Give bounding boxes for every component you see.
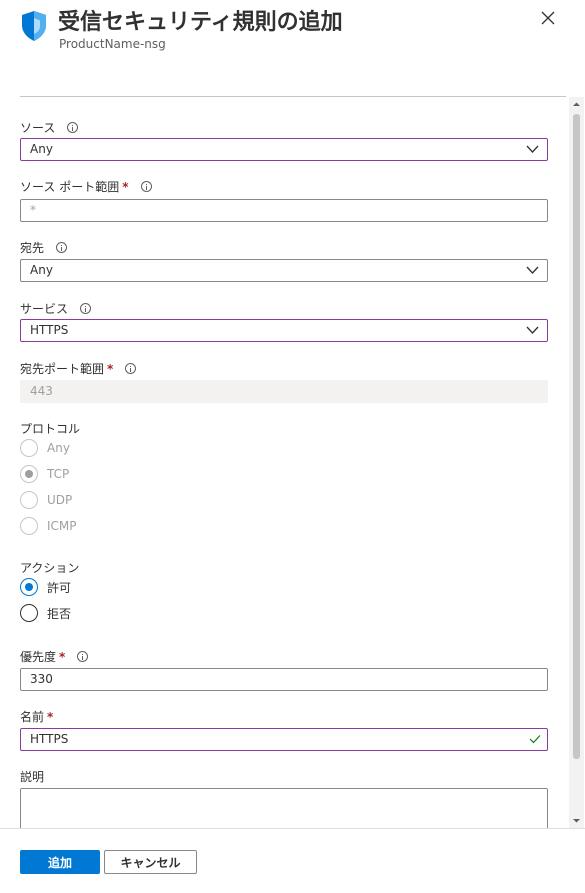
- name-input[interactable]: HTTPS: [20, 728, 548, 751]
- footer-bar: 追加 キャンセル: [0, 828, 585, 893]
- name-label: 名前 *: [20, 709, 54, 725]
- divider: [20, 96, 566, 97]
- service-dropdown[interactable]: HTTPS: [20, 319, 548, 342]
- priority-label: 優先度 *: [20, 648, 89, 665]
- source-port-label: ソース ポート範囲 *: [20, 178, 152, 195]
- chevron-down-icon: [526, 326, 539, 334]
- chevron-down-icon: [526, 266, 539, 274]
- radio-circle: [20, 439, 38, 457]
- info-icon[interactable]: [56, 242, 68, 253]
- protocol-label: プロトコル: [20, 422, 81, 436]
- scroll-up-icon[interactable]: [569, 97, 584, 112]
- source-dropdown[interactable]: Any: [20, 138, 548, 161]
- info-icon[interactable]: [140, 181, 152, 192]
- dest-port-label: 宛先ポート範囲 *: [20, 360, 137, 377]
- protocol-radio-udp: UDP: [20, 491, 72, 509]
- panel-header: 受信セキュリティ規則の追加 ProductName-nsg: [0, 0, 585, 60]
- action-radio-deny[interactable]: 拒否: [20, 604, 71, 622]
- page-subtitle: ProductName-nsg: [59, 37, 166, 51]
- info-icon[interactable]: [77, 651, 89, 662]
- protocol-radio-icmp: ICMP: [20, 517, 77, 535]
- description-textarea[interactable]: [20, 788, 548, 833]
- action-radio-allow[interactable]: 許可: [20, 578, 71, 596]
- action-label: アクション: [20, 561, 80, 575]
- protocol-radio-tcp: TCP: [20, 465, 69, 483]
- radio-circle: [20, 491, 38, 509]
- scroll-thumb[interactable]: [573, 114, 580, 759]
- dest-port-input: 443: [20, 380, 548, 403]
- vertical-scrollbar[interactable]: [569, 97, 584, 828]
- source-port-input[interactable]: *: [20, 199, 548, 222]
- destination-label: 宛先: [20, 239, 68, 256]
- description-label: 説明: [20, 770, 45, 784]
- page-title: 受信セキュリティ規則の追加: [58, 10, 343, 35]
- info-icon[interactable]: [125, 363, 137, 374]
- priority-input[interactable]: 330: [20, 668, 548, 691]
- radio-circle[interactable]: [20, 604, 38, 622]
- source-label: ソース: [20, 119, 79, 136]
- protocol-radio-any: Any: [20, 439, 70, 457]
- info-icon[interactable]: [80, 303, 92, 314]
- cancel-button[interactable]: キャンセル: [104, 850, 197, 874]
- destination-dropdown[interactable]: Any: [20, 259, 548, 282]
- add-button[interactable]: 追加: [20, 850, 100, 874]
- radio-circle: [20, 517, 38, 535]
- scroll-down-icon[interactable]: [569, 813, 584, 828]
- radio-circle[interactable]: [20, 578, 38, 596]
- close-icon[interactable]: [539, 9, 557, 27]
- checkmark-icon: [529, 735, 541, 744]
- radio-circle: [20, 465, 38, 483]
- shield-icon: [22, 11, 46, 41]
- info-icon[interactable]: [67, 122, 79, 133]
- service-label: サービス: [20, 300, 92, 317]
- chevron-down-icon: [526, 145, 539, 153]
